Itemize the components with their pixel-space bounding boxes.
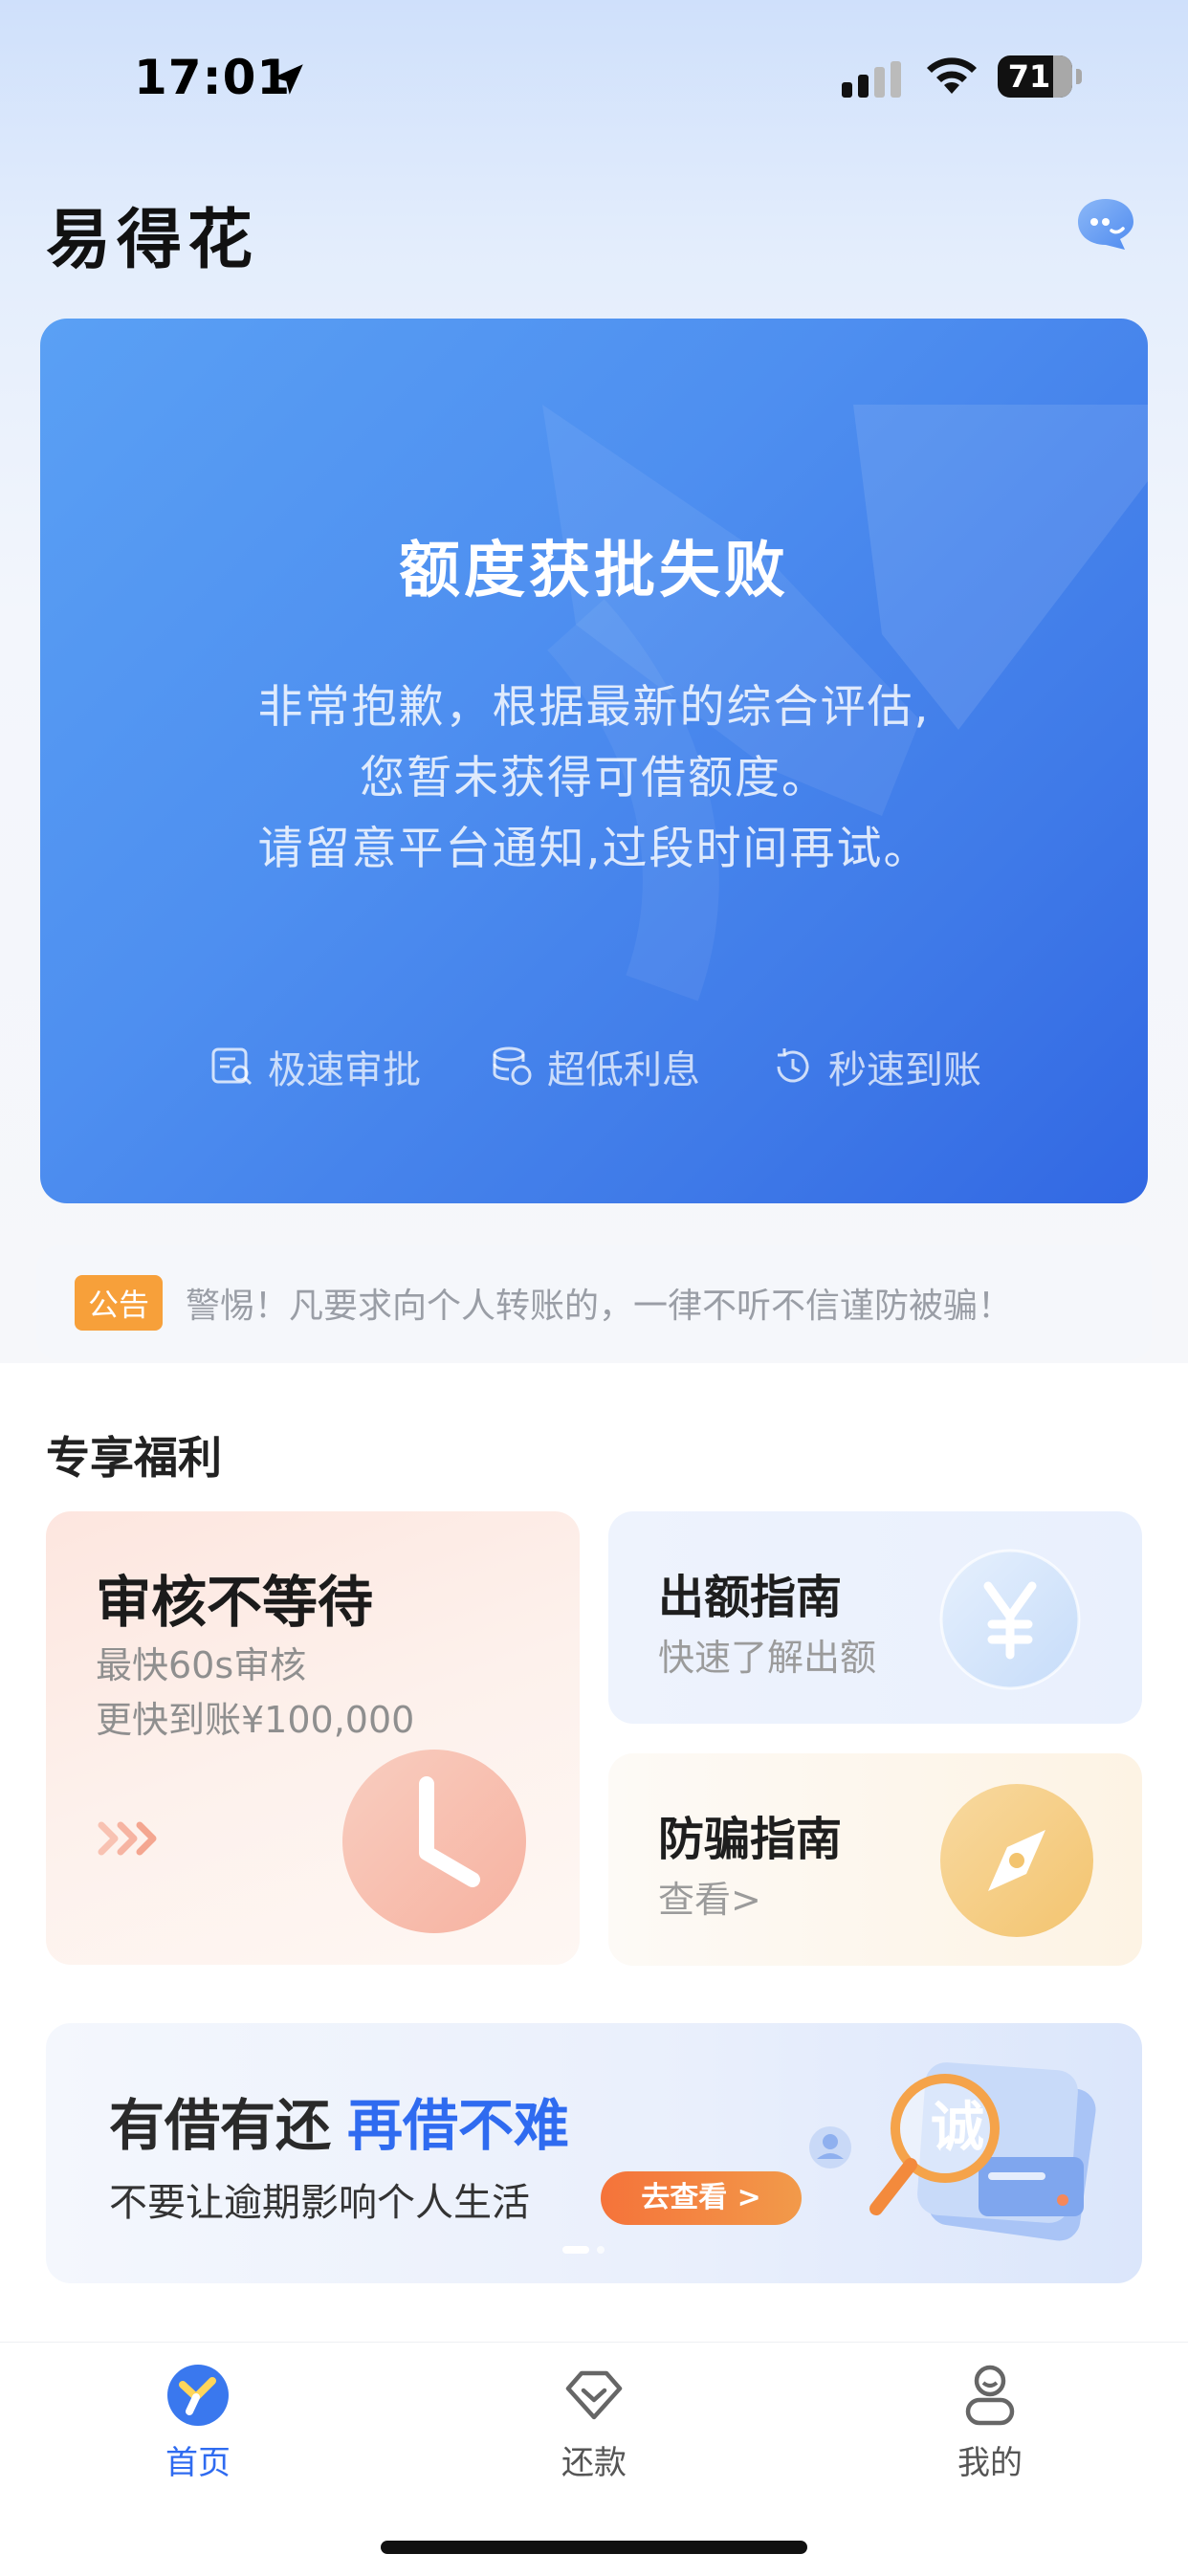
- fraud-card-link[interactable]: 查看>: [658, 1870, 761, 1923]
- hero-line: 非常抱歉，根据最新的综合评估,: [257, 681, 931, 734]
- svg-text:诚: 诚: [931, 2097, 984, 2159]
- notice-badge: 公告: [75, 1275, 164, 1331]
- yen-coin-icon: [939, 1549, 1081, 1690]
- credit-magnifier-illustration: 诚: [809, 2062, 1096, 2241]
- banner-heading-a: 有借有还: [109, 2093, 332, 2158]
- tab-repay[interactable]: 还款: [498, 2362, 690, 2483]
- battery-icon: 71: [998, 55, 1082, 98]
- review-card-line2: 更快到账¥100,000: [96, 1699, 415, 1741]
- chat-bubble-icon[interactable]: [1075, 196, 1136, 252]
- carousel-indicator: [562, 2246, 605, 2254]
- tab-label: 我的: [957, 2444, 1023, 2482]
- battery-level: 71: [1007, 58, 1051, 95]
- review-benefit-card[interactable]: 审核不等待 最快60s审核 更快到账¥100,000: [46, 1511, 580, 1965]
- hero-title: 额度获批失败: [399, 536, 789, 606]
- feature-low-interest: 超低利息: [490, 1038, 700, 1095]
- notice-bar[interactable]: 公告 警惕！凡要求向个人转账的，一律不听不信谨防被骗！: [36, 1245, 1152, 1360]
- feature-fast-review: 极速审批: [210, 1038, 421, 1095]
- notice-text: 警惕！凡要求向个人转账的，一律不听不信谨防被骗！: [186, 1287, 1013, 1326]
- profile-icon: [965, 2365, 1015, 2426]
- hero-line: 请留意平台通知,过段时间再试。: [257, 823, 931, 875]
- home-indicator: [381, 2541, 807, 2554]
- location-arrow-icon: [273, 64, 303, 95]
- banner-subtitle: 不要让逾期影响个人生活: [109, 2181, 530, 2225]
- quota-guide-card[interactable]: 出额指南 快速了解出额: [608, 1511, 1142, 1724]
- section-title-benefits: 专享福利: [46, 1432, 222, 1484]
- review-card-title: 审核不等待: [96, 1570, 374, 1635]
- hero-line: 您暂未获得可借额度。: [360, 752, 828, 804]
- compass-icon: [940, 1784, 1093, 1937]
- tab-profile[interactable]: 我的: [894, 2362, 1086, 2483]
- clock-refresh-icon: [777, 1048, 809, 1083]
- credit-status-card: 额度获批失败 非常抱歉，根据最新的综合评估, 您暂未获得可借额度。 请留意平台通…: [40, 319, 1148, 1203]
- feature-label: 秒速到账: [828, 1048, 981, 1092]
- promo-banner[interactable]: 有借有还 再借不难 不要让逾期影响个人生活 去查看 > 诚: [46, 2023, 1142, 2283]
- banner-view-button[interactable]: 去查看 >: [601, 2171, 802, 2225]
- guide-card-title: 出额指南: [658, 1571, 843, 1624]
- guide-card-subtitle: 快速了解出额: [658, 1637, 877, 1679]
- anti-fraud-guide-card[interactable]: 防骗指南 查看>: [608, 1753, 1142, 1966]
- repay-icon: [565, 2370, 623, 2420]
- banner-heading-b: 再借不难: [347, 2093, 570, 2158]
- tab-label: 首页: [165, 2444, 231, 2482]
- tab-label: 还款: [561, 2444, 627, 2482]
- hero-description: 非常抱歉，根据最新的综合评估, 您暂未获得可借额度。 请留意平台通知,过段时间再…: [40, 672, 1148, 885]
- feature-label: 极速审批: [268, 1048, 421, 1092]
- fraud-card-title: 防骗指南: [658, 1813, 843, 1866]
- cellular-signal-icon: [842, 61, 901, 98]
- feature-instant-arrival: 秒速到账: [771, 1038, 981, 1095]
- app-title: 易得花: [46, 203, 259, 278]
- tab-home[interactable]: 首页: [102, 2362, 294, 2483]
- chevrons-right-icon: [98, 1821, 157, 1856]
- home-logo-icon: [167, 2365, 229, 2426]
- feature-label: 超低利息: [547, 1048, 700, 1092]
- review-doc-icon: [211, 1047, 253, 1086]
- wifi-icon: [927, 57, 977, 94]
- coins-icon: [493, 1046, 532, 1086]
- clock-icon: [342, 1750, 526, 1933]
- review-card-line1: 最快60s审核: [96, 1644, 307, 1686]
